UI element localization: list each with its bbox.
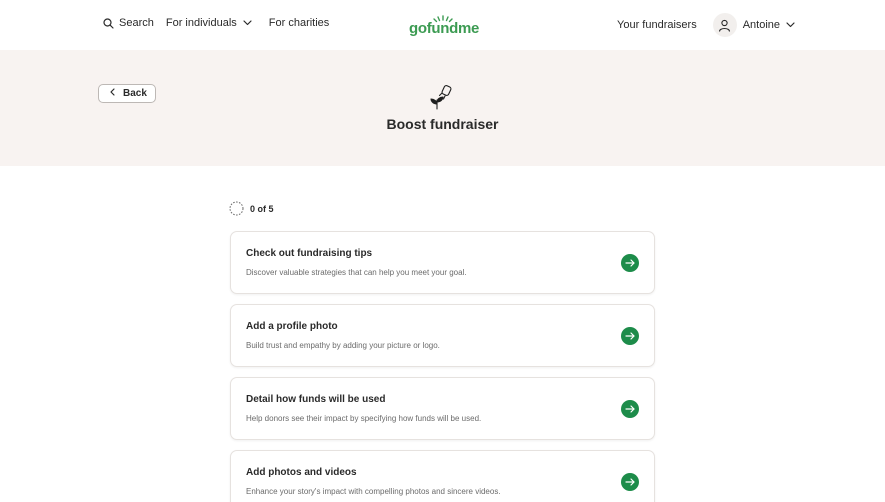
arrow-right-icon[interactable] xyxy=(621,327,639,345)
page-title: Boost fundraiser xyxy=(386,116,499,132)
top-navigation: Search For individuals For charities gof… xyxy=(0,0,885,50)
task-card-photos-videos[interactable]: Add photos and videos Enhance your story… xyxy=(230,450,655,502)
chevron-down-icon xyxy=(243,20,252,26)
task-card-fundraising-tips[interactable]: Check out fundraising tips Discover valu… xyxy=(230,231,655,294)
your-fundraisers-link[interactable]: Your fundraisers xyxy=(617,19,697,31)
back-label: Back xyxy=(123,88,147,99)
search-label: Search xyxy=(119,17,154,29)
user-icon xyxy=(718,19,731,32)
user-menu[interactable]: Antoine xyxy=(712,13,795,37)
task-title: Check out fundraising tips xyxy=(246,248,373,259)
task-title: Add a profile photo xyxy=(246,321,338,332)
nav-left: Search For individuals For charities xyxy=(103,17,329,29)
task-card-profile-photo[interactable]: Add a profile photo Build trust and empa… xyxy=(230,304,655,367)
task-card-funds-usage[interactable]: Detail how funds will be used Help donor… xyxy=(230,377,655,440)
plant-watering-icon xyxy=(428,83,456,111)
nav-right: Your fundraisers Antoine xyxy=(617,13,795,37)
for-individuals-menu[interactable]: For individuals xyxy=(166,17,252,29)
avatar xyxy=(712,13,737,37)
progress-label: 0 of 5 xyxy=(250,203,274,214)
task-title: Detail how funds will be used xyxy=(246,394,386,405)
arrow-right-icon[interactable] xyxy=(621,254,639,272)
arrow-right-icon[interactable] xyxy=(621,400,639,418)
task-description: Discover valuable strategies that can he… xyxy=(246,268,467,277)
task-description: Help donors see their impact by specifyi… xyxy=(246,414,482,423)
chevron-left-icon xyxy=(110,88,115,99)
for-charities-label: For charities xyxy=(268,17,330,29)
user-name: Antoine xyxy=(742,19,781,31)
task-title: Add photos and videos xyxy=(246,467,357,478)
arrow-right-icon[interactable] xyxy=(621,473,639,491)
task-description: Build trust and empathy by adding your p… xyxy=(246,341,440,350)
for-charities-link[interactable]: For charities xyxy=(269,17,330,29)
back-button[interactable]: Back xyxy=(98,84,156,103)
task-description: Enhance your story's impact with compell… xyxy=(246,487,501,496)
logo-text: gofundme xyxy=(409,20,480,37)
progress-indicator: 0 of 5 xyxy=(229,201,274,216)
for-individuals-label: For individuals xyxy=(165,17,237,29)
progress-ring-icon xyxy=(229,201,244,216)
search-button[interactable]: Search xyxy=(103,17,154,29)
search-icon xyxy=(103,17,114,29)
gofundme-logo[interactable]: gofundme xyxy=(409,14,480,40)
chevron-down-icon xyxy=(786,22,795,28)
